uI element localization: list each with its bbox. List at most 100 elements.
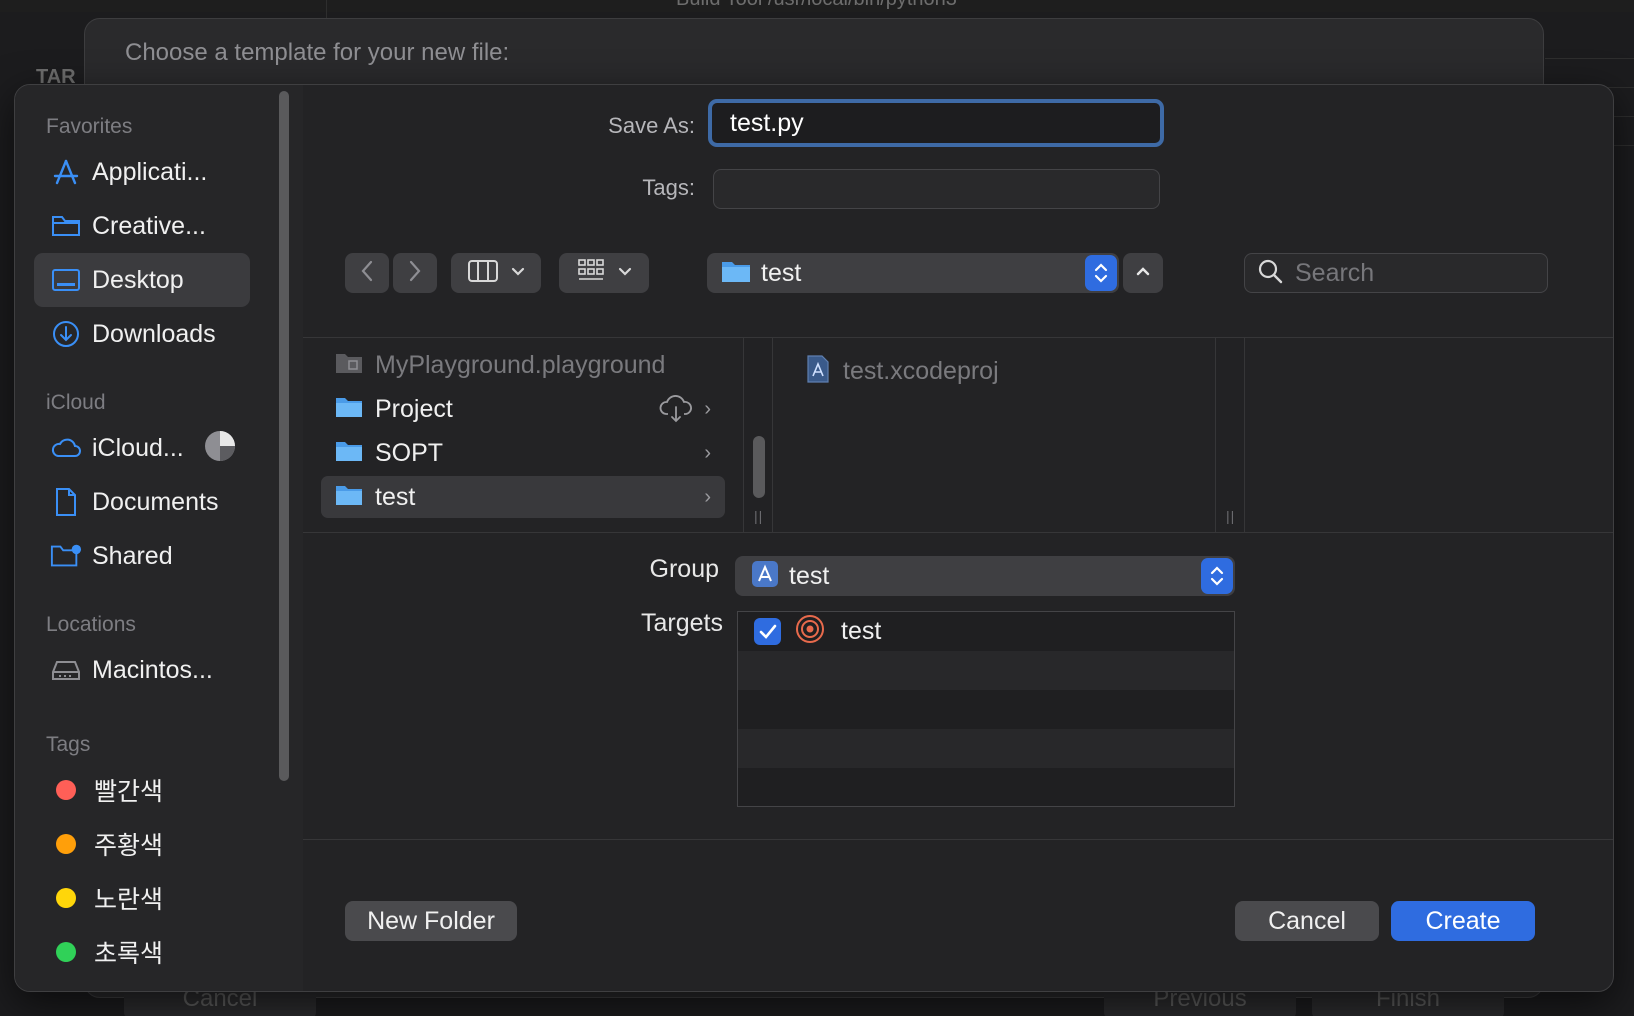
document-icon (50, 486, 82, 518)
chevron-down-icon (618, 264, 632, 282)
save-as-field[interactable] (708, 99, 1164, 147)
tag-dot-icon (56, 834, 76, 854)
column-resize-handle[interactable]: || (754, 508, 763, 524)
sidebar-tag-yellow[interactable]: 노란색 (34, 871, 250, 925)
shared-folder-icon (50, 540, 82, 572)
build-tool-label: Build Tool (676, 0, 762, 10)
new-folder-button[interactable]: New Folder (345, 901, 517, 941)
browser-column-2: test.xcodeproj (773, 338, 1213, 532)
save-dialog: Favorites Applicati... Creative... Deskt… (14, 84, 1614, 992)
sidebar-item-label: iCloud... (92, 433, 184, 462)
build-tool-path: /usr/local/bin/python3 (768, 0, 957, 10)
view-mode-button[interactable] (451, 253, 541, 293)
target-row-empty (738, 690, 1234, 729)
column-divider[interactable]: || (743, 338, 773, 532)
sidebar-item-label: Macintos... (92, 655, 213, 684)
sidebar-scrollbar[interactable] (279, 91, 289, 781)
sidebar-item-applications[interactable]: Applicati... (34, 145, 250, 199)
sidebar-item-creative[interactable]: Creative... (34, 199, 250, 253)
sidebar-section-locations: Locations (46, 613, 136, 636)
chevron-right-icon (407, 259, 423, 288)
target-row-test[interactable]: test (738, 612, 1234, 651)
folder-icon (335, 395, 363, 424)
tags-field[interactable] (713, 169, 1160, 209)
sidebar-item-label: Shared (92, 541, 173, 570)
sidebar-section-icloud: iCloud (46, 391, 106, 414)
create-button[interactable]: Create (1391, 901, 1535, 941)
sidebar-item-label: Applicati... (92, 157, 208, 186)
sidebar-item-label: Desktop (92, 265, 184, 294)
sidebar-item-label: Documents (92, 487, 219, 516)
search-icon (1257, 258, 1283, 289)
forward-button[interactable] (393, 253, 437, 293)
list-item-myplayground[interactable]: MyPlayground.playground (321, 344, 725, 386)
targets-label: Targets (641, 609, 723, 637)
group-label: Group (649, 555, 719, 583)
target-name: test (841, 617, 882, 645)
list-item-project[interactable]: Project › (321, 388, 725, 430)
target-icon (795, 614, 825, 649)
sidebar-tag-orange[interactable]: 주황색 (34, 817, 250, 871)
toggle-expand-button[interactable] (1123, 253, 1163, 293)
search-field[interactable] (1244, 253, 1548, 293)
sidebar-item-documents[interactable]: Documents (34, 475, 250, 529)
cancel-button[interactable]: Cancel (1235, 901, 1379, 941)
group-popup[interactable]: test (735, 556, 1235, 596)
sidebar-item-downloads[interactable]: Downloads (34, 307, 250, 361)
playground-file-icon (335, 351, 363, 380)
sidebar-item-desktop[interactable]: Desktop (34, 253, 250, 307)
sidebar-item-label: Downloads (92, 319, 216, 348)
tag-dot-icon (56, 888, 76, 908)
sidebar-tag-red[interactable]: 빨간색 (34, 763, 250, 817)
sidebar-item-label: Creative... (92, 211, 206, 240)
desktop-icon (50, 264, 82, 296)
column-resize-handle[interactable]: || (1226, 508, 1235, 524)
sidebar-tag-green[interactable]: 초록색 (34, 925, 250, 979)
target-row-empty (738, 729, 1234, 768)
column-scrollbar[interactable] (753, 436, 765, 498)
list-item-sopt[interactable]: SOPT › (321, 432, 725, 474)
list-item-test[interactable]: test › (321, 476, 725, 518)
background-build-tool: Build Tool /usr/local/bin/python3 (676, 0, 957, 11)
group-popup-label: test (789, 561, 830, 590)
location-popup[interactable]: test (707, 253, 1119, 293)
target-checkbox[interactable] (754, 618, 781, 645)
list-item-label: SOPT (375, 438, 444, 467)
tag-dot-icon (56, 780, 76, 800)
column-divider[interactable]: || (1215, 338, 1245, 532)
cloud-download-icon (659, 394, 693, 429)
popup-stepper-icon (1085, 255, 1117, 291)
folder-icon (335, 439, 363, 468)
sidebar-item-macintosh-hd[interactable]: Macintos... (34, 643, 250, 697)
popup-stepper-icon (1201, 558, 1233, 594)
sidebar-item-label: 빨간색 (94, 778, 164, 806)
target-row-empty (738, 768, 1234, 807)
background-separator (326, 0, 327, 20)
hard-drive-icon (50, 654, 82, 686)
xcodeproj-file-icon (805, 354, 831, 389)
file-browser: MyPlayground.playground Project › SOPT ›… (303, 337, 1613, 533)
grid-view-icon (576, 258, 606, 289)
back-button[interactable] (345, 253, 389, 293)
footer-divider (303, 839, 1613, 840)
list-item-label: Project (375, 394, 453, 423)
sidebar-section-favorites: Favorites (46, 115, 133, 138)
tags-label: Tags: (642, 175, 695, 200)
chevron-right-icon: › (704, 485, 711, 508)
targets-list: test (737, 611, 1235, 807)
chevron-up-icon (1135, 264, 1151, 282)
list-item-test-xcodeproj[interactable]: test.xcodeproj (805, 354, 999, 389)
sidebar-item-icloud-drive[interactable]: iCloud... (34, 421, 250, 475)
sidebar-item-label: 노란색 (94, 886, 164, 914)
chevron-right-icon: › (704, 397, 711, 420)
sidebar-item-label: 주황색 (94, 832, 164, 860)
group-by-button[interactable] (559, 253, 649, 293)
browser-column-1: MyPlayground.playground Project › SOPT ›… (303, 338, 743, 532)
sidebar-item-shared[interactable]: Shared (34, 529, 250, 583)
sidebar-section-tags: Tags (46, 733, 91, 756)
folder-icon (50, 210, 82, 242)
save-as-label: Save As: (608, 113, 695, 138)
search-input[interactable] (1295, 258, 1525, 288)
storage-pie-icon (204, 430, 236, 467)
tag-dot-icon (56, 942, 76, 962)
